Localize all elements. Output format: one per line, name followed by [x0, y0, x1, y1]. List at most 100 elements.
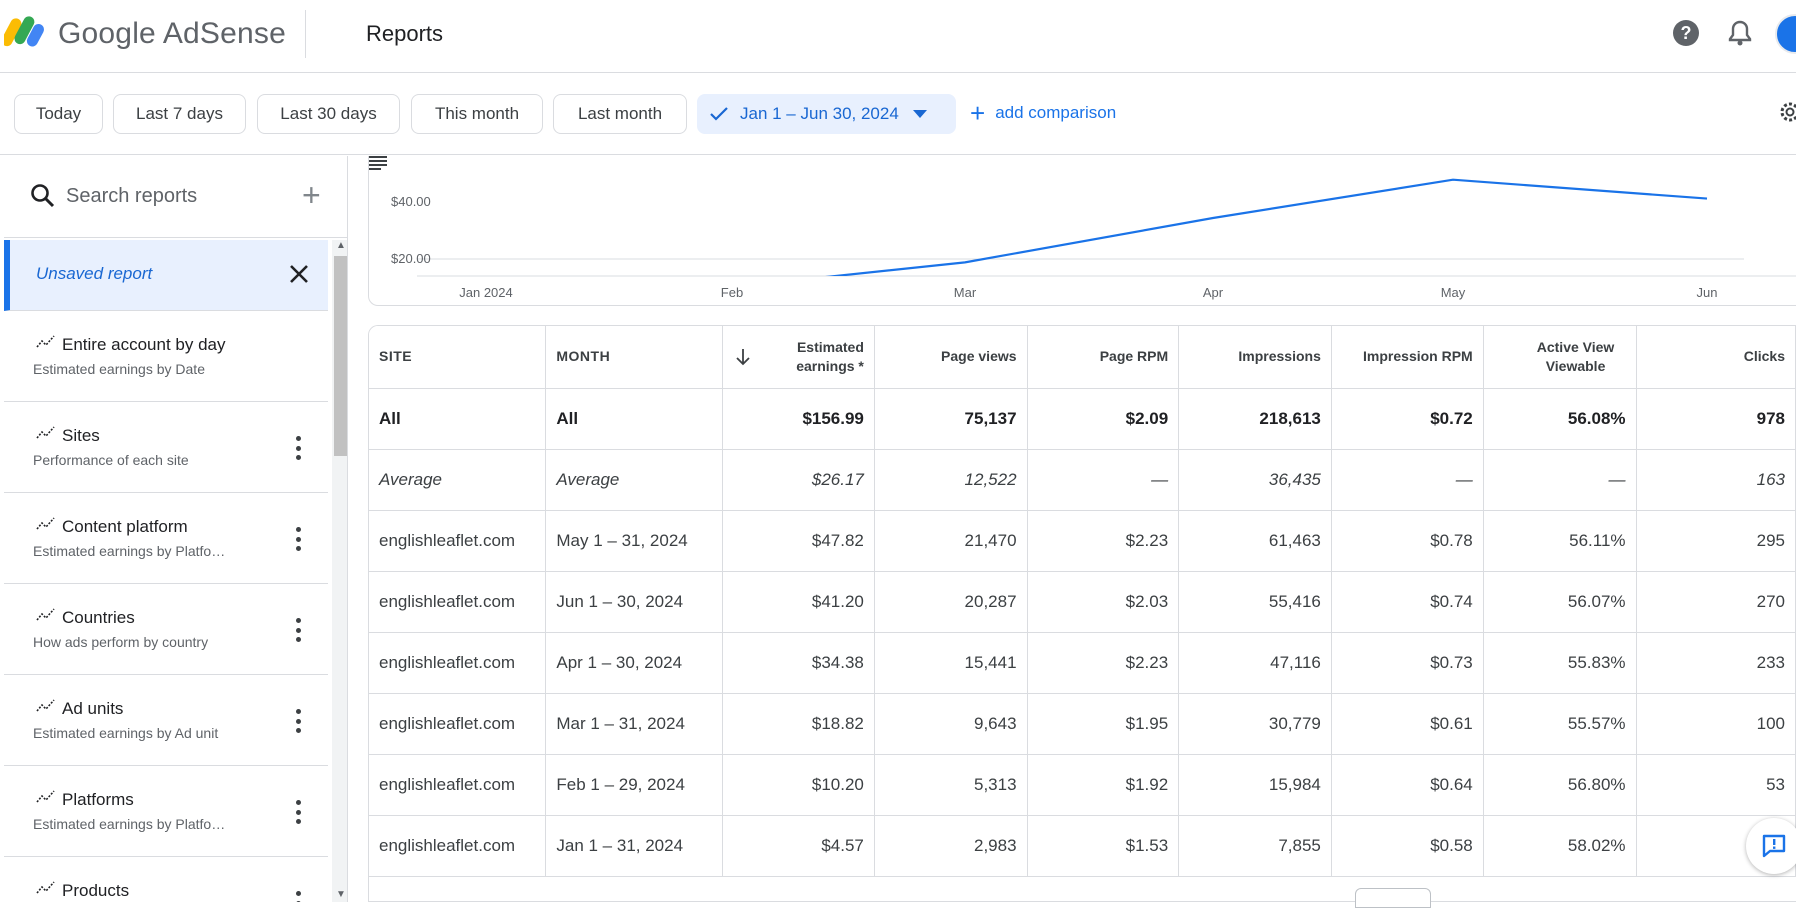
add-comparison-button[interactable]: + add comparison — [970, 103, 1116, 123]
search-icon — [30, 183, 56, 209]
add-comparison-label: add comparison — [995, 103, 1116, 123]
table-row[interactable]: englishleaflet.comApr 1 – 30, 2024$34.38… — [369, 632, 1796, 693]
sidebar-report-item[interactable]: Products — [4, 857, 328, 902]
help-icon[interactable]: ? — [1671, 18, 1701, 48]
column-header-active-view-viewable[interactable]: Active View Viewable — [1483, 326, 1636, 388]
chip-today[interactable]: Today — [14, 94, 103, 134]
earnings-line-chart: $40.00$20.00Jan 2024FebMarAprMayJun — [368, 156, 1796, 306]
table-row[interactable]: englishleaflet.comMar 1 – 31, 2024$18.82… — [369, 693, 1796, 754]
table-cell: $47.82 — [723, 510, 875, 571]
scroll-thumb[interactable] — [334, 256, 348, 456]
chip-last-7-days[interactable]: Last 7 days — [113, 94, 246, 134]
table-row[interactable]: AverageAverage$26.1712,522—36,435——163 — [369, 449, 1796, 510]
settings-gear-icon[interactable] — [1778, 100, 1796, 124]
column-header-clicks[interactable]: Clicks — [1636, 326, 1795, 388]
chip-this-month[interactable]: This month — [411, 94, 543, 134]
unsaved-report-item[interactable]: Unsaved report — [4, 240, 328, 311]
table-cell: 218,613 — [1179, 388, 1332, 449]
earnings-series-line[interactable] — [486, 180, 1707, 303]
table-cell: englishleaflet.com — [369, 693, 546, 754]
table-cell: $0.73 — [1331, 632, 1483, 693]
report-description: Performance of each site — [33, 452, 189, 468]
plus-icon: + — [970, 103, 985, 123]
table-cell: 21,470 — [874, 510, 1027, 571]
table-cell: 55.83% — [1483, 632, 1636, 693]
more-vert-icon[interactable] — [292, 436, 304, 460]
column-header-estimated-earnings[interactable]: Estimated earnings * — [723, 326, 875, 388]
more-vert-icon[interactable] — [292, 618, 304, 642]
column-header-impressions[interactable]: Impressions — [1179, 326, 1332, 388]
caret-down-icon — [913, 110, 927, 118]
brand-name[interactable]: Google AdSense — [58, 17, 286, 51]
pagination-control[interactable] — [1355, 888, 1431, 908]
more-vert-icon[interactable] — [292, 527, 304, 551]
table-cell: $4.57 — [723, 815, 875, 876]
table-cell: $18.82 — [723, 693, 875, 754]
table-row[interactable]: englishleaflet.comJan 1 – 31, 2024$4.572… — [369, 815, 1796, 876]
table-cell: $2.23 — [1027, 632, 1179, 693]
table-cell: $2.09 — [1027, 388, 1179, 449]
column-header-page-rpm[interactable]: Page RPM — [1027, 326, 1179, 388]
table-cell: $1.53 — [1027, 815, 1179, 876]
table-row[interactable]: englishleaflet.comJun 1 – 30, 2024$41.20… — [369, 571, 1796, 632]
date-range-picker[interactable]: Jan 1 – Jun 30, 2024 — [697, 94, 956, 134]
report-name: Sites — [62, 426, 100, 446]
sidebar-report-item[interactable]: Content platform Estimated earnings by Pl… — [4, 493, 328, 584]
table-cell: $0.74 — [1331, 571, 1483, 632]
table-row[interactable]: AllAll$156.9975,137$2.09218,613$0.7256.0… — [369, 388, 1796, 449]
table-row[interactable]: englishleaflet.comFeb 1 – 29, 2024$10.20… — [369, 754, 1796, 815]
search-reports-input[interactable] — [66, 178, 266, 214]
notifications-icon[interactable] — [1725, 18, 1755, 48]
table-cell: 295 — [1636, 510, 1795, 571]
sidebar-report-item[interactable]: Sites Performance of each site — [4, 402, 328, 493]
close-icon[interactable] — [288, 263, 310, 285]
table-cell: 978 — [1636, 388, 1795, 449]
table-cell: 12,522 — [874, 449, 1027, 510]
table-cell: $0.72 — [1331, 388, 1483, 449]
sort-descending-icon[interactable] — [735, 348, 751, 366]
scroll-down-arrow-icon[interactable]: ▼ — [336, 889, 346, 900]
column-header-month[interactable]: MONTH — [546, 326, 723, 388]
table-cell: 7,855 — [1179, 815, 1332, 876]
avatar[interactable] — [1775, 14, 1796, 54]
table-cell: — — [1027, 449, 1179, 510]
table-cell: englishleaflet.com — [369, 632, 546, 693]
sidebar-report-item[interactable]: PlatformsEstimated earnings by Platfo… — [4, 766, 328, 857]
column-header-impression-rpm[interactable]: Impression RPM — [1331, 326, 1483, 388]
sidebar-scrollbar[interactable]: ▲ ▼ — [332, 240, 348, 902]
sidebar-report-item[interactable]: CountriesHow ads perform by country — [4, 584, 328, 675]
report-trend-icon — [36, 881, 56, 895]
table-row[interactable]: englishleaflet.comMay 1 – 31, 2024$47.82… — [369, 510, 1796, 571]
add-report-button[interactable]: + — [302, 180, 321, 210]
table-cell: 61,463 — [1179, 510, 1332, 571]
table-cell: 53 — [1636, 754, 1795, 815]
adsense-logo-icon[interactable] — [4, 13, 46, 49]
more-vert-icon[interactable] — [292, 891, 304, 902]
chip-last-month[interactable]: Last month — [553, 94, 687, 134]
table-cell: $1.92 — [1027, 754, 1179, 815]
column-header-page-views[interactable]: Page views — [874, 326, 1027, 388]
report-trend-icon — [36, 790, 56, 804]
chart-legend-toggle-icon[interactable] — [369, 156, 389, 170]
table-cell: All — [546, 388, 723, 449]
chip-last-30-days[interactable]: Last 30 days — [257, 94, 400, 134]
sidebar-report-item[interactable]: Ad unitsEstimated earnings by Ad unit — [4, 675, 328, 766]
more-vert-icon[interactable] — [292, 800, 304, 824]
report-list: Unsaved report Entire account by dayEsti… — [4, 240, 328, 902]
report-name: Content platform — [62, 517, 188, 537]
table-cell: 56.08% — [1483, 388, 1636, 449]
top-app-bar: Google AdSense Reports ? — [0, 0, 1796, 73]
table-cell: 58.02% — [1483, 815, 1636, 876]
table-cell: $26.17 — [723, 449, 875, 510]
column-header-site[interactable]: SITE — [369, 326, 546, 388]
report-trend-icon — [36, 335, 56, 349]
more-vert-icon[interactable] — [292, 709, 304, 733]
report-trend-icon — [36, 517, 56, 531]
table-cell: 56.80% — [1483, 754, 1636, 815]
feedback-button[interactable] — [1746, 818, 1796, 874]
active-view-viewable-label: Active View Viewable — [1526, 338, 1626, 376]
sidebar-report-item[interactable]: Entire account by dayEstimated earnings … — [4, 311, 328, 402]
scroll-up-arrow-icon[interactable]: ▲ — [336, 240, 346, 251]
table-cell: 270 — [1636, 571, 1795, 632]
report-description: Estimated earnings by Platfo… — [33, 543, 225, 559]
